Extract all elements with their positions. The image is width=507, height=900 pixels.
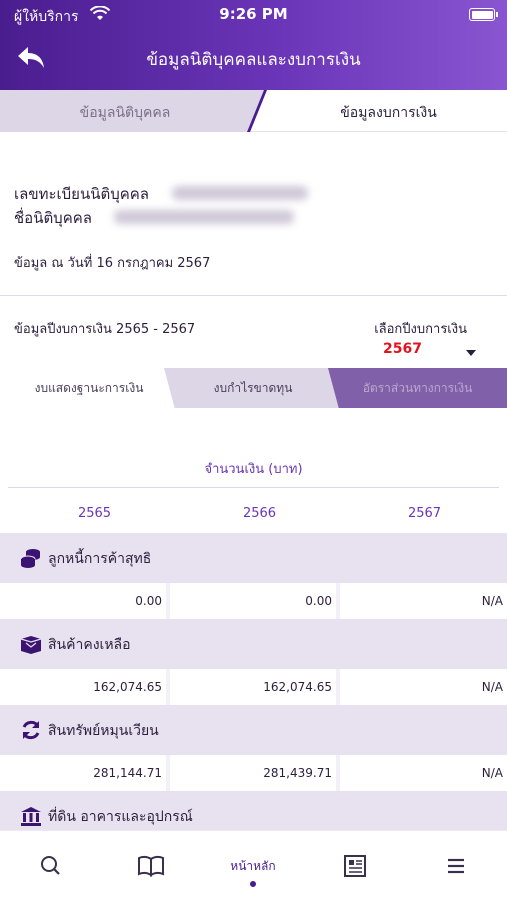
- table-row: สินทรัพย์หมุนเวียน: [0, 705, 507, 755]
- value-cell: 0.00: [170, 583, 336, 619]
- value-cell: 281,144.71: [0, 755, 166, 791]
- table-row-values: 0.00 0.00 N/A: [0, 583, 507, 619]
- registration-row: เลขทะเบียนนิติบุคคล: [14, 182, 494, 206]
- tab-company-info-label[interactable]: ข้อมูลนิติบุคคล: [0, 102, 250, 124]
- value-cell: 162,074.65: [170, 669, 336, 705]
- registration-value-redacted: [172, 186, 308, 200]
- as-of-date: ข้อมูล ณ วันที่ 16 กรกฎาคม 2567: [14, 256, 211, 271]
- amount-unit-label: จำนวนเงิน (บาท): [204, 462, 303, 477]
- value-cell: 162,074.65: [0, 669, 166, 705]
- value-cell: 0.00: [0, 583, 166, 619]
- registration-label: เลขทะเบียนนิติบุคคล: [14, 185, 149, 203]
- fiscal-year-select-label: เลือกปีงบการเงิน: [374, 322, 467, 337]
- company-name-value-redacted: [114, 210, 294, 224]
- chevron-down-icon[interactable]: [466, 350, 476, 356]
- tab-balance-sheet[interactable]: งบแสดงฐานะการเงิน: [0, 368, 178, 408]
- fiscal-year-select[interactable]: 2567: [383, 341, 422, 357]
- tab-financial-ratios[interactable]: อัตราส่วนทางการเงิน: [328, 368, 507, 408]
- nav-bar: ข้อมูลนิติบุคคลและงบการเงิน: [0, 38, 507, 78]
- news-icon[interactable]: [335, 853, 375, 879]
- year-col-1: 2565: [77, 506, 112, 521]
- tab-income-statement[interactable]: งบกำไรขาดทุน: [164, 368, 342, 408]
- divider: [0, 295, 507, 296]
- main-tabs: ข้อมูลนิติบุคคล ข้อมูลงบการเงิน: [0, 90, 507, 132]
- status-bar: ผู้ให้บริการ 9:26 PM: [0, 0, 507, 30]
- table-row: สินค้าคงเหลือ: [0, 619, 507, 669]
- tab-financial-info[interactable]: ข้อมูลงบการเงิน: [270, 102, 507, 124]
- battery-icon: [469, 8, 498, 21]
- row-label: ลูกหนี้การค้าสุทธิ: [48, 551, 152, 567]
- clock: 9:26 PM: [219, 5, 288, 23]
- value-cell: 281,439.71: [170, 755, 336, 791]
- table-row: ลูกหนี้การค้าสุทธิ: [0, 533, 507, 583]
- active-indicator: [250, 881, 256, 887]
- menu-icon[interactable]: [436, 853, 476, 879]
- value-cell: N/A: [340, 755, 507, 791]
- year-header: 2565 2566 2567: [0, 506, 507, 526]
- bank-icon: [21, 807, 41, 826]
- financial-table: ลูกหนี้การค้าสุทธิ 0.00 0.00 N/A สินค้าค…: [0, 533, 507, 841]
- page-title: ข้อมูลนิติบุคคลและงบการเงิน: [146, 50, 361, 70]
- box-icon: [20, 636, 42, 654]
- statement-tabs: งบแสดงฐานะการเงิน งบกำไรขาดทุน อัตราส่วน…: [0, 368, 507, 408]
- search-icon[interactable]: [31, 853, 71, 879]
- company-name-row: ชื่อนิติบุคคล: [14, 206, 494, 230]
- year-col-3: 2567: [407, 506, 442, 521]
- company-info: เลขทะเบียนนิติบุคคล ชื่อนิติบุคคล: [14, 182, 494, 230]
- divider: [8, 487, 499, 488]
- fiscal-range-title: ข้อมูลปีงบการเงิน 2565 - 2567: [14, 322, 196, 337]
- company-name-label: ชื่อนิติบุคคล: [14, 209, 92, 227]
- table-row-values: 281,144.71 281,439.71 N/A: [0, 755, 507, 791]
- refresh-icon: [22, 720, 40, 740]
- coins-icon: [20, 549, 40, 568]
- book-icon[interactable]: [131, 853, 171, 879]
- home-tab[interactable]: หน้าหลัก: [215, 857, 291, 876]
- year-col-2: 2566: [242, 506, 277, 521]
- bottom-nav: หน้าหลัก: [0, 830, 507, 900]
- value-cell: N/A: [340, 583, 507, 619]
- top-bar: ผู้ให้บริการ 9:26 PM ข้อมูลนิติบุคคลและง…: [0, 0, 507, 90]
- row-label: ที่ดิน อาคารและอุปกรณ์: [48, 809, 193, 825]
- value-cell: N/A: [340, 669, 507, 705]
- table-row-values: 162,074.65 162,074.65 N/A: [0, 669, 507, 705]
- row-label: สินทรัพย์หมุนเวียน: [48, 723, 159, 739]
- row-label: สินค้าคงเหลือ: [48, 637, 131, 653]
